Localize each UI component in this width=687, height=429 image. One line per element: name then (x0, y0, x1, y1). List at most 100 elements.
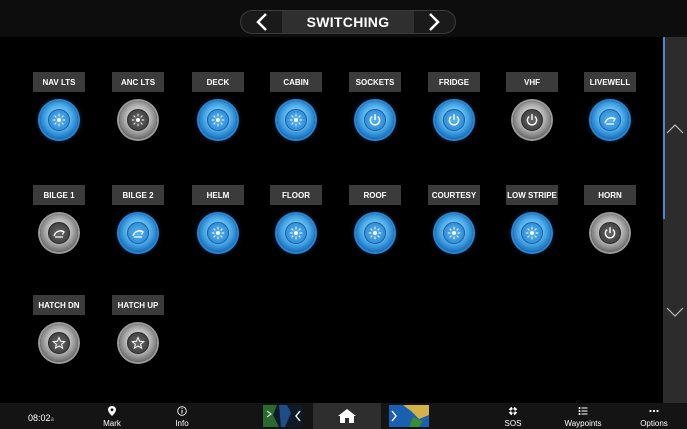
switch-deck[interactable]: DECK (192, 72, 244, 139)
switch-toggle-button[interactable] (591, 101, 629, 139)
switch-toggle-button[interactable] (435, 214, 473, 252)
switch-toggle-button[interactable] (277, 101, 315, 139)
chart-app-thumbnail-right[interactable] (389, 405, 429, 427)
sos-label: SOS (504, 419, 522, 428)
power-icon (364, 109, 386, 131)
switch-label: NAV LTS (33, 72, 85, 92)
waypoints-label: Waypoints (564, 419, 602, 428)
switch-sockets[interactable]: SOCKETS (349, 72, 401, 139)
switch-fridge[interactable]: FRIDGE (428, 72, 480, 139)
title-bar: SWITCHING (0, 0, 687, 37)
switch-floor[interactable]: FLOOR (270, 185, 322, 252)
pump-icon (127, 222, 149, 244)
prev-page-button[interactable] (242, 10, 282, 34)
switch-toggle-button[interactable] (435, 101, 473, 139)
switch-toggle-button[interactable] (356, 101, 394, 139)
switch-low-stripe[interactable]: LOW STRIPE (506, 185, 558, 252)
switch-toggle-button[interactable] (513, 214, 551, 252)
pump-icon (599, 109, 621, 131)
switch-bilge-2[interactable]: BILGE 2 (112, 185, 164, 252)
switch-toggle-button[interactable] (119, 214, 157, 252)
mark-button[interactable]: Mark (92, 406, 132, 428)
switch-label: BILGE 2 (112, 185, 164, 205)
options-label: Options (640, 419, 668, 428)
switch-toggle-button[interactable] (40, 324, 78, 362)
switch-vhf[interactable]: VHF (506, 72, 558, 139)
switch-label: SOCKETS (349, 72, 401, 92)
scroll-down-button[interactable] (663, 220, 687, 403)
switch-horn[interactable]: HORN (584, 185, 636, 252)
switch-toggle-button[interactable] (356, 214, 394, 252)
light-icon (207, 109, 229, 131)
switch-label: DECK (192, 72, 244, 92)
mark-label: Mark (103, 419, 121, 428)
chevron-up-icon (666, 123, 684, 133)
switch-toggle-button[interactable] (199, 101, 237, 139)
home-icon (338, 409, 356, 423)
switch-label: FLOOR (270, 185, 322, 205)
chart-app-thumbnail-left[interactable] (263, 405, 303, 427)
power-icon (443, 109, 465, 131)
switch-label: HORN (584, 185, 636, 205)
switch-label: HATCH DN (33, 295, 85, 315)
switch-toggle-button[interactable] (40, 214, 78, 252)
switch-toggle-button[interactable] (119, 324, 157, 362)
switch-hatch-up[interactable]: HATCH UP (112, 295, 164, 362)
power-icon (521, 109, 543, 131)
light-icon (364, 222, 386, 244)
switch-toggle-button[interactable] (40, 101, 78, 139)
switch-label: HELM (192, 185, 244, 205)
switch-toggle-button[interactable] (591, 214, 629, 252)
switch-helm[interactable]: HELM (192, 185, 244, 252)
switch-toggle-button[interactable] (119, 101, 157, 139)
light-icon (127, 109, 149, 131)
switch-toggle-button[interactable] (513, 101, 551, 139)
light-icon (443, 222, 465, 244)
switch-courtesy[interactable]: COURTESY (428, 185, 480, 252)
switch-livewell[interactable]: LIVEWELL (584, 72, 636, 139)
switch-label: HATCH UP (112, 295, 164, 315)
waypoints-button[interactable]: Waypoints (563, 406, 603, 428)
lifebuoy-icon (508, 406, 518, 416)
star-icon (127, 332, 149, 354)
switch-panel: NAV LTS ANC LTS DECK CABIN SOCKETS FRIDGE VHF L… (0, 37, 663, 403)
star-icon (48, 332, 70, 354)
bottom-bar: 08:02a Mark Info SOS Waypoints Options (0, 403, 687, 429)
switch-label: ROOF (349, 185, 401, 205)
info-icon (177, 406, 187, 416)
info-button[interactable]: Info (162, 406, 202, 428)
switch-hatch-dn[interactable]: HATCH DN (33, 295, 85, 362)
switch-roof[interactable]: ROOF (349, 185, 401, 252)
sos-button[interactable]: SOS (493, 406, 533, 428)
scroll-up-button[interactable] (663, 37, 687, 220)
light-icon (48, 109, 70, 131)
light-icon (285, 222, 307, 244)
switch-label: VHF (506, 72, 558, 92)
scroll-bar[interactable] (663, 37, 687, 403)
switch-toggle-button[interactable] (199, 214, 237, 252)
chart-thumbnail-icon (263, 405, 303, 427)
chevron-right-icon (429, 13, 440, 31)
page-title: SWITCHING (282, 11, 414, 33)
next-page-button[interactable] (414, 10, 454, 34)
switch-anc-lts[interactable]: ANC LTS (112, 72, 164, 139)
more-options-icon (649, 409, 659, 413)
chevron-left-icon (256, 13, 267, 31)
options-button[interactable]: Options (634, 406, 674, 428)
clock-suffix: a (50, 417, 54, 423)
waypoints-list-icon (578, 407, 588, 415)
switch-nav-lts[interactable]: NAV LTS (33, 72, 85, 139)
info-label: Info (175, 419, 189, 428)
switch-label: COURTESY (428, 185, 480, 205)
switch-label: FRIDGE (428, 72, 480, 92)
switch-label: CABIN (270, 72, 322, 92)
switch-cabin[interactable]: CABIN (270, 72, 322, 139)
map-thumbnail-icon (389, 405, 429, 427)
light-icon (521, 222, 543, 244)
switch-bilge-1[interactable]: BILGE 1 (33, 185, 85, 252)
pump-icon (48, 222, 70, 244)
home-button[interactable] (313, 403, 381, 429)
switch-label: ANC LTS (112, 72, 164, 92)
switch-toggle-button[interactable] (277, 214, 315, 252)
switch-label: BILGE 1 (33, 185, 85, 205)
